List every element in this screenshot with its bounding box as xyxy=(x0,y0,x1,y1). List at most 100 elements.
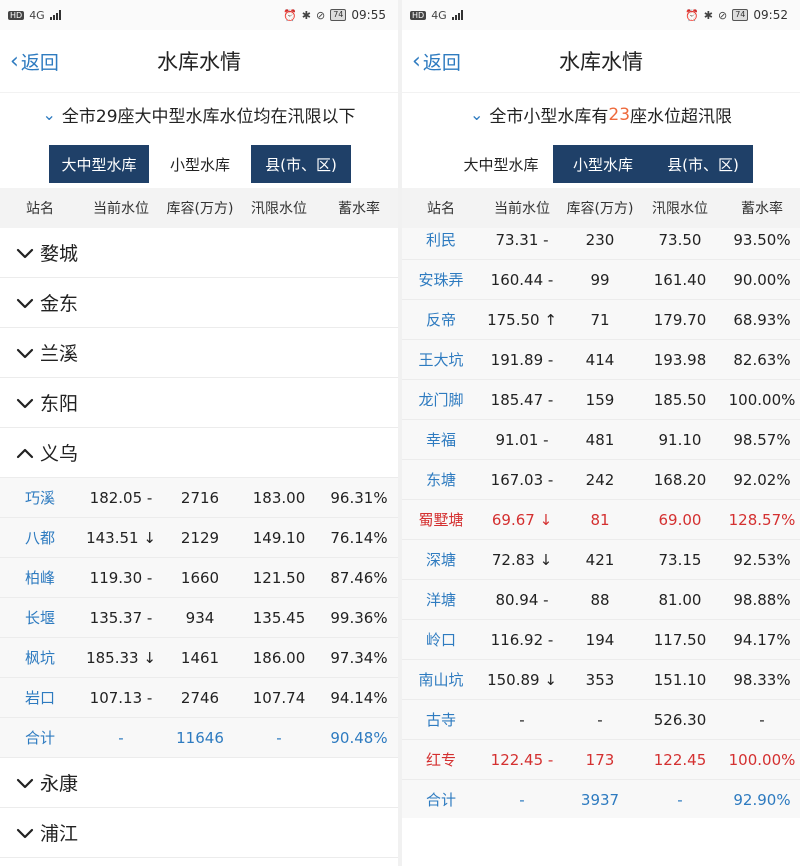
page-title: 水库水情 xyxy=(559,50,643,74)
back-button[interactable]: ‹ 返回 xyxy=(10,30,59,92)
summary-text: 全市29座大中型水库水位均在汛限以下 xyxy=(61,107,356,127)
station-name[interactable]: 岭口 xyxy=(402,629,480,650)
storage-rate: 98.33% xyxy=(733,670,791,689)
tab-county[interactable]: 县(市、区) xyxy=(653,145,753,183)
station-name[interactable]: 八都 xyxy=(0,527,80,548)
station-name[interactable]: 龙门脚 xyxy=(402,389,480,410)
reservoir-list[interactable]: 利民 73.31 - 230 73.50 93.50% 安珠弄 160.44 - 99 161.… xyxy=(402,228,800,818)
station-name[interactable]: 柏峰 xyxy=(0,567,80,588)
tab-small[interactable]: 小型水库 xyxy=(553,145,653,183)
header-rate: 蓄水率 xyxy=(741,201,783,217)
table-row: 安珠弄 160.44 - 99 161.40 90.00% xyxy=(402,260,800,300)
region-group[interactable]: 义乌 xyxy=(0,428,398,478)
total-row: 合计 - 3937 - 92.90% xyxy=(402,780,800,818)
table-row: 柏峰 119.30 - 1660 121.50 87.46% xyxy=(0,558,398,598)
capacity: - xyxy=(597,710,603,729)
table-row: 利民 73.31 - 230 73.50 93.50% xyxy=(402,228,800,260)
region-group[interactable]: 兰溪 xyxy=(0,328,398,378)
region-group[interactable]: 浦江 xyxy=(0,808,398,858)
region-group[interactable]: 东阳 xyxy=(0,378,398,428)
station-name[interactable]: 利民 xyxy=(402,229,480,250)
summary-banner[interactable]: ⌄ 全市29座大中型水库水位均在汛限以下 xyxy=(0,92,398,136)
tab-large-medium[interactable]: 大中型水库 xyxy=(449,145,553,183)
capacity: 173 xyxy=(585,750,615,769)
current-level: 135.37 - xyxy=(89,608,153,627)
summary-highlight: 23 xyxy=(608,104,631,125)
flood-limit: 73.50 xyxy=(658,230,702,249)
storage-rate: 100.00% xyxy=(728,750,796,769)
flood-limit: 193.98 xyxy=(653,350,707,369)
current-level: 150.89 ↓ xyxy=(487,670,557,689)
header-capacity: 库容(万方) xyxy=(566,201,634,217)
flood-limit: 107.74 xyxy=(252,688,306,707)
chevron-up-icon xyxy=(14,442,36,464)
table-row: 南山坑 150.89 ↓ 353 151.10 98.33% xyxy=(402,660,800,700)
table-row: 东塘 167.03 - 242 168.20 92.02% xyxy=(402,460,800,500)
status-right: ⏰ ✱ ⊘ 74 09:55 xyxy=(283,8,386,22)
current-level: 175.50 ↑ xyxy=(487,310,557,329)
station-name[interactable]: 东塘 xyxy=(402,469,480,490)
clock: 09:52 xyxy=(753,8,788,22)
table-row: 枫坑 185.33 ↓ 1461 186.00 97.34% xyxy=(0,638,398,678)
station-name[interactable]: 洋塘 xyxy=(402,589,480,610)
storage-rate: 68.93% xyxy=(733,310,791,329)
station-name[interactable]: 王大坑 xyxy=(402,349,480,370)
flood-limit: 149.10 xyxy=(252,528,306,547)
table-header: 站名 当前水位 库容(万方) 汛限水位 蓄水率 xyxy=(0,188,398,228)
capacity: 230 xyxy=(585,230,615,249)
battery-icon: 74 xyxy=(330,9,347,21)
tab-large-medium[interactable]: 大中型水库 xyxy=(49,145,149,183)
tab-county[interactable]: 县(市、区) xyxy=(251,145,351,183)
region-group[interactable]: 永康 xyxy=(0,758,398,808)
chevron-down-icon: ⌄ xyxy=(42,105,56,124)
flood-limit: 183.00 xyxy=(252,488,306,507)
current-level: 69.67 ↓ xyxy=(491,510,553,529)
flood-limit: 122.45 xyxy=(653,750,707,769)
station-name[interactable]: 岩口 xyxy=(0,687,80,708)
station-name[interactable]: 蜀墅塘 xyxy=(402,509,480,530)
flood-limit: 168.20 xyxy=(653,470,707,489)
back-button[interactable]: ‹ 返回 xyxy=(412,30,461,92)
station-name[interactable]: 南山坑 xyxy=(402,669,480,690)
flood-limit: 161.40 xyxy=(653,270,707,289)
summary-banner[interactable]: ⌄ 全市小型水库有 23 座水位超汛限 xyxy=(402,92,800,136)
region-name: 东阳 xyxy=(40,393,79,415)
header-level: 当前水位 xyxy=(494,201,550,217)
storage-rate: - xyxy=(759,710,765,729)
station-name[interactable]: 红专 xyxy=(402,749,480,770)
station-name[interactable]: 长堰 xyxy=(0,607,80,628)
chevron-down-icon xyxy=(14,342,36,364)
tab-small[interactable]: 小型水库 xyxy=(149,145,251,183)
chevron-down-icon xyxy=(14,392,36,414)
station-name[interactable]: 反帝 xyxy=(402,309,480,330)
station-name[interactable]: 古寺 xyxy=(402,709,480,730)
capacity: 414 xyxy=(585,350,615,369)
table-row: 红专 122.45 - 173 122.45 100.00% xyxy=(402,740,800,780)
current-level: 182.05 - xyxy=(89,488,153,507)
storage-rate: 128.57% xyxy=(728,510,796,529)
table-row: 长堰 135.37 - 934 135.45 99.36% xyxy=(0,598,398,638)
capacity: 11646 xyxy=(176,728,224,747)
station-name[interactable]: 巧溪 xyxy=(0,487,80,508)
station-name[interactable]: 深塘 xyxy=(402,549,480,570)
reservoir-tabs: 大中型水库 小型水库 县(市、区) xyxy=(0,145,398,183)
flood-limit: 121.50 xyxy=(252,568,306,587)
table-row: 王大坑 191.89 - 414 193.98 82.63% xyxy=(402,340,800,380)
summary-text-end: 座水位超汛限 xyxy=(630,107,733,127)
storage-rate: 90.48% xyxy=(330,728,388,747)
station-name[interactable]: 枫坑 xyxy=(0,647,80,668)
region-group[interactable]: 婺城 xyxy=(0,228,398,278)
station-name[interactable]: 幸福 xyxy=(402,429,480,450)
bluetooth-icon: ✱ xyxy=(301,8,311,22)
current-level: 185.33 ↓ xyxy=(86,648,156,667)
capacity: 242 xyxy=(585,470,615,489)
capacity: 2129 xyxy=(180,528,220,547)
capacity: 421 xyxy=(585,550,615,569)
header-limit: 汛限水位 xyxy=(251,201,307,217)
region-group[interactable]: 金东 xyxy=(0,278,398,328)
station-name: 合计 xyxy=(24,729,55,747)
chevron-down-icon xyxy=(14,772,36,794)
storage-rate: 99.36% xyxy=(330,608,388,627)
summary-text: 全市小型水库有 xyxy=(489,107,609,127)
station-name[interactable]: 安珠弄 xyxy=(402,269,480,290)
